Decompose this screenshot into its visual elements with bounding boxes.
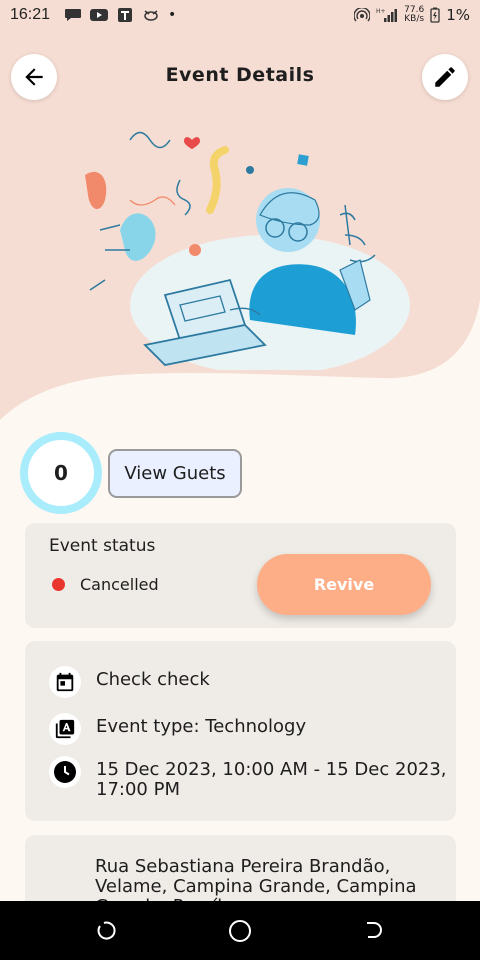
font-library-icon [49, 713, 81, 745]
event-type: Event type: Technology [96, 716, 307, 737]
revive-button[interactable]: Revive [257, 554, 431, 615]
guest-count: 0 [20, 432, 102, 514]
t-app-icon [118, 8, 133, 22]
page-title: Event Details [165, 64, 315, 86]
event-illustration [85, 131, 410, 370]
chat-icon [65, 9, 82, 21]
event-datetime: 15 Dec 2023, 10:00 AM - 15 Dec 2023, 17:… [96, 759, 447, 800]
hotspot-icon [354, 8, 371, 22]
battery-icon [430, 7, 440, 23]
status-dot-icon [52, 578, 65, 591]
pencil-icon [435, 67, 455, 87]
calendar-icon [49, 666, 81, 698]
more-notifications-dot: • [168, 7, 177, 23]
event-name: Check check [96, 669, 210, 690]
back-nav-icon [367, 921, 383, 938]
youtube-icon [90, 9, 109, 21]
home-circle-icon [228, 919, 251, 942]
event-status-row: Cancelled [52, 575, 159, 594]
network-speed: 77.6 KB/s [404, 5, 425, 24]
signal-icon: H+ [376, 8, 398, 22]
event-status-title: Event status [49, 536, 156, 556]
edit-button[interactable] [422, 54, 468, 100]
status-bar: 16:21 • H+ 77.6 KB/s 1% [0, 0, 480, 30]
event-info-card: Check check Event type: Technology 15 De… [25, 641, 456, 821]
event-datetime-row: 15 Dec 2023, 10:00 AM - 15 Dec 2023, 17:… [49, 756, 449, 800]
back-nav-button[interactable] [353, 911, 393, 951]
bird-app-icon [144, 10, 158, 21]
view-guests-button[interactable]: View Guets [108, 449, 242, 498]
event-name-row: Check check [49, 666, 210, 698]
recent-apps-icon [97, 921, 116, 940]
event-status-card: Event status Cancelled Revive [25, 523, 456, 628]
event-status-value: Cancelled [80, 575, 159, 594]
svg-text:H+: H+ [376, 8, 386, 15]
home-button[interactable] [220, 911, 260, 951]
clock: 16:21 [10, 6, 51, 23]
recent-apps-button[interactable] [87, 911, 127, 951]
clock-icon [49, 756, 81, 788]
battery-percent: 1% [446, 6, 470, 24]
event-type-row: Event type: Technology [49, 713, 306, 745]
system-navigation-bar [0, 901, 480, 960]
